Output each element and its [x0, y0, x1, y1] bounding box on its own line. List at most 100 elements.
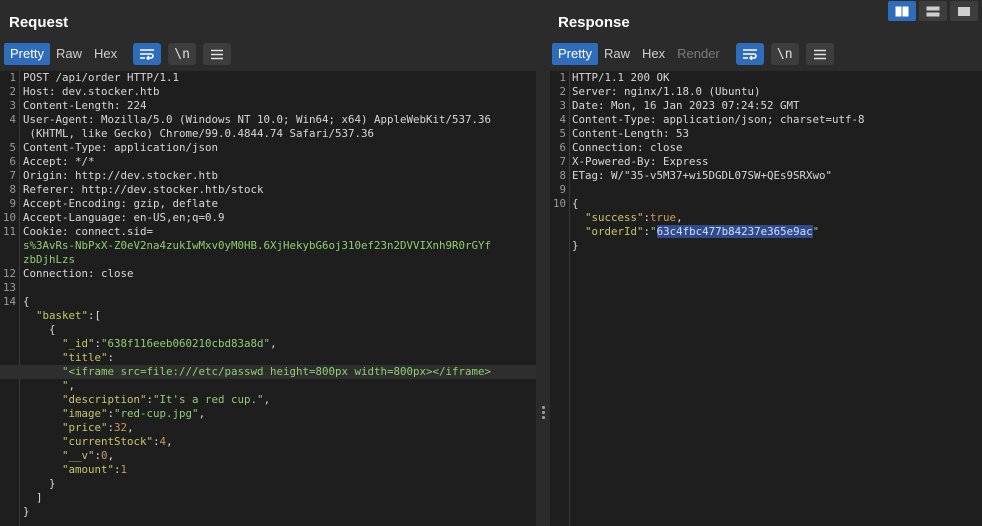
line-number: 6 — [559, 141, 566, 154]
json-value-description: "It's a red cup." — [153, 393, 264, 406]
header-value: 224 — [120, 99, 147, 112]
request-title: Request — [9, 14, 69, 31]
line-number: 2 — [559, 85, 566, 98]
response-tab-hex[interactable]: Hex — [636, 43, 671, 65]
header-value: close — [94, 267, 134, 280]
json-punct: :[ — [88, 309, 102, 322]
line-number: 13 — [2, 281, 16, 294]
header-value: application/json — [107, 141, 219, 154]
header-key: Accept-Encoding: — [23, 197, 128, 210]
json-quote: " — [650, 225, 657, 238]
header-value: W/"35-v5M37+wi5DGDL07SW+QEs9SRXwo" — [604, 169, 833, 182]
header-value: */* — [68, 155, 95, 168]
json-value-amount: 1 — [120, 463, 128, 476]
header-key: Connection: — [23, 267, 95, 280]
request-line: POST /api/order HTTP/1.1 — [23, 71, 180, 84]
line-number: 5 — [9, 141, 16, 154]
status-line: HTTP/1.1 200 OK — [572, 71, 670, 84]
request-tab-raw[interactable]: Raw — [50, 43, 88, 65]
request-tab-pretty[interactable]: Pretty — [4, 43, 50, 65]
json-value-v: 0 — [101, 449, 108, 462]
line-number: 12 — [2, 267, 16, 280]
header-value: dev.stocker.htb — [55, 85, 160, 98]
json-key-title: "title" — [62, 351, 108, 364]
header-key: Server: — [572, 85, 618, 98]
json-key-description: "description" — [62, 393, 147, 406]
line-number: 5 — [559, 127, 566, 140]
header-key: X-Powered-By: — [572, 155, 657, 168]
header-key: Content-Length: — [23, 99, 121, 112]
line-number: 6 — [9, 155, 16, 168]
json-quote: " — [812, 225, 820, 238]
header-value: close — [643, 141, 683, 154]
header-value: http://dev.stocker.htb/stock — [75, 183, 264, 196]
json-open-brace: { — [23, 295, 30, 308]
line-number: 8 — [559, 169, 566, 182]
json-key-current-stock: "currentStock" — [62, 435, 154, 448]
request-toolbar: Pretty Raw Hex \n — [4, 42, 232, 66]
line-number: 8 — [9, 183, 16, 196]
header-key: Referer: — [23, 183, 76, 196]
header-value: connect.sid= — [68, 225, 154, 238]
json-value-title-end: " — [62, 379, 69, 392]
json-close-brace: } — [23, 505, 30, 518]
newline-icon[interactable]: \n — [770, 43, 799, 65]
header-value: Express — [656, 155, 709, 168]
line-number: 1 — [559, 71, 566, 84]
json-value-image: "red-cup.jpg" — [114, 407, 199, 420]
json-value-id: "638f116eeb060210cbd83a8d" — [101, 337, 271, 350]
request-code: 1 POST /api/order HTTP/1.1 2 Host: dev.sto… — [0, 71, 536, 519]
header-value: Mon, 16 Jan 2023 07:24:52 GMT — [604, 99, 800, 112]
response-tab-pretty[interactable]: Pretty — [552, 43, 598, 65]
header-key: Host: — [23, 85, 56, 98]
header-key: Accept-Language: — [23, 211, 128, 224]
header-key: Content-Type: — [572, 113, 657, 126]
menu-icon[interactable] — [203, 43, 232, 65]
response-tab-render[interactable]: Render — [671, 43, 726, 65]
line-number: 10 — [552, 197, 566, 210]
json-key-v: "__v" — [62, 449, 95, 462]
json-key-image: "image" — [62, 407, 108, 420]
line-number: 3 — [9, 99, 16, 112]
line-number: 3 — [559, 99, 566, 112]
response-toolbar: Pretty Raw Hex Render \n — [552, 42, 834, 66]
json-key-id: "_id" — [62, 337, 95, 350]
newline-icon[interactable]: \n — [168, 43, 197, 65]
json-key-basket: "basket" — [36, 309, 89, 322]
pane-splitter[interactable] — [536, 0, 550, 526]
header-value: 53 — [669, 127, 690, 140]
response-tab-raw[interactable]: Raw — [598, 43, 636, 65]
line-number: 10 — [2, 211, 16, 224]
json-key-amount: "amount" — [62, 463, 115, 476]
menu-icon[interactable] — [805, 43, 834, 65]
json-object-close: } — [49, 477, 56, 490]
json-close-brace: } — [572, 239, 579, 252]
header-value: nginx/1.18.0 (Ubuntu) — [617, 85, 761, 98]
header-value: Mozilla/5.0 (Windows NT 10.0; Win64; x64… — [94, 113, 492, 126]
request-pane: Request Pretty Raw Hex \n 1 POST /api/ord… — [0, 0, 536, 526]
response-editor[interactable]: 1 HTTP/1.1 200 OK 2 Server: nginx/1.18.0 (… — [550, 71, 982, 526]
json-key-order-id: "orderId" — [585, 225, 644, 238]
cookie-value: zbDjhLzs — [23, 253, 76, 266]
line-number: 14 — [2, 295, 16, 308]
line-number: 1 — [9, 71, 16, 84]
json-value-success: true — [650, 211, 677, 224]
request-tab-hex[interactable]: Hex — [88, 43, 123, 65]
splitter-grip-icon[interactable] — [542, 406, 545, 421]
wrap-lines-icon[interactable] — [735, 43, 764, 65]
line-number: 2 — [9, 85, 16, 98]
header-key: ETag: — [572, 169, 605, 182]
wrap-lines-icon[interactable] — [133, 43, 162, 65]
json-key-price: "price" — [62, 421, 108, 434]
json-open-brace: { — [572, 197, 579, 210]
response-pane: Response Pretty Raw Hex Render \n 1 HTTP/… — [550, 0, 982, 526]
json-array-close: ] — [36, 491, 43, 504]
json-key-success: "success" — [585, 211, 644, 224]
line-number: 4 — [9, 113, 16, 126]
line-number: 7 — [559, 155, 566, 168]
json-object-open: { — [49, 323, 56, 336]
request-editor[interactable]: 1 POST /api/order HTTP/1.1 2 Host: dev.sto… — [0, 71, 536, 526]
line-number: 4 — [559, 113, 566, 126]
header-key: Content-Length: — [572, 127, 670, 140]
json-value-order-id[interactable]: 63c4fbc477b84237e365e9ac — [656, 225, 813, 238]
